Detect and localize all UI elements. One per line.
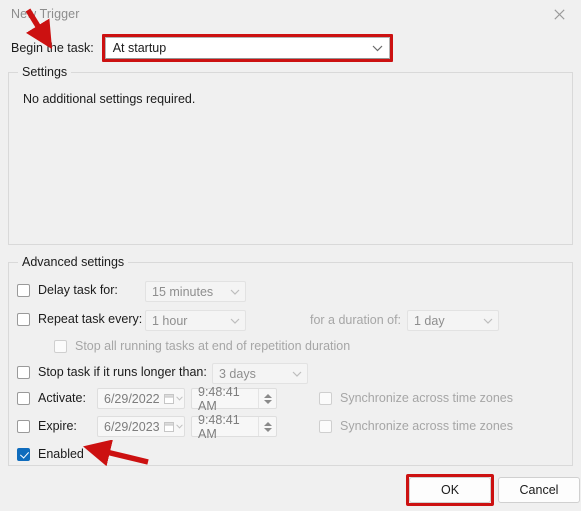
expire-row: Expire: — [17, 419, 77, 433]
repeat-task-dropdown[interactable]: 1 hour — [145, 310, 246, 331]
stop-all-running-row: Stop all running tasks at end of repetit… — [54, 339, 350, 353]
ok-button[interactable]: OK — [409, 477, 491, 503]
chevron-down-icon — [224, 318, 245, 324]
title-bar: New Trigger — [0, 0, 581, 28]
duration-dropdown[interactable]: 1 day — [407, 310, 499, 331]
advanced-settings-legend: Advanced settings — [18, 255, 129, 269]
duration-value: 1 day — [414, 313, 445, 328]
stop-longer-checkbox[interactable] — [17, 365, 30, 379]
delay-task-label: Delay task for: — [38, 283, 118, 297]
begin-task-value: At startup — [112, 41, 167, 55]
repeat-task-checkbox[interactable] — [17, 312, 30, 326]
expire-datetime: 6/29/2023 9:48:41 AM — [97, 413, 277, 441]
expire-checkbox[interactable] — [17, 419, 30, 433]
chevron-down-icon — [286, 371, 307, 377]
settings-legend: Settings — [18, 65, 72, 79]
repeat-task-label: Repeat task every: — [38, 312, 143, 326]
stop-longer-dropdown[interactable]: 3 days — [212, 363, 308, 384]
activate-sync-label: Synchronize across time zones — [340, 391, 513, 405]
ok-button-highlight: OK — [406, 474, 494, 506]
activate-date-field[interactable]: 6/29/2022 — [97, 388, 185, 409]
begin-task-row: Begin the task: At startup — [0, 33, 581, 63]
enabled-checkbox[interactable] — [17, 447, 30, 461]
advanced-settings-group: Advanced settings Delay task for: 15 min… — [8, 255, 573, 466]
activate-datetime: 6/29/2022 9:48:41 AM — [97, 385, 277, 413]
activate-time-field[interactable]: 9:48:41 AM — [191, 385, 277, 413]
settings-note: No additional settings required. — [23, 92, 196, 106]
expire-time-field[interactable]: 9:48:41 AM — [191, 413, 277, 441]
spinner-up-icon[interactable] — [263, 393, 272, 398]
activate-sync-row: Synchronize across time zones — [319, 391, 513, 405]
delay-task-row: Delay task for: — [17, 283, 118, 297]
expire-time-value: 9:48:41 AM — [198, 412, 240, 441]
begin-task-highlight: At startup — [101, 34, 393, 62]
enabled-label: Enabled — [38, 447, 84, 461]
button-bar: OK Cancel — [0, 470, 581, 511]
cancel-button-wrap: Cancel — [498, 477, 580, 503]
expire-sync-row: Synchronize across time zones — [319, 419, 513, 433]
chevron-down-icon — [477, 318, 498, 324]
spinner-down-icon[interactable] — [263, 399, 272, 404]
stop-longer-value: 3 days — [219, 366, 256, 381]
begin-task-dropdown[interactable]: At startup — [104, 37, 390, 59]
activate-time-spinner[interactable] — [258, 389, 276, 408]
expire-time-spinner[interactable] — [258, 417, 276, 436]
expire-date-value: 6/29/2023 — [104, 419, 160, 434]
delay-task-dropdown[interactable]: 15 minutes — [145, 281, 246, 302]
chevron-down-icon — [367, 45, 389, 52]
enabled-row: Enabled — [17, 447, 84, 461]
expire-sync-checkbox — [319, 419, 332, 433]
cancel-button[interactable]: Cancel — [498, 477, 580, 503]
stop-longer-row: Stop task if it runs longer than: — [17, 365, 207, 379]
close-icon — [553, 8, 565, 20]
delay-task-checkbox[interactable] — [17, 283, 30, 297]
delay-task-value: 15 minutes — [152, 284, 214, 299]
settings-group: Settings No additional settings required… — [8, 65, 573, 245]
activate-row: Activate: — [17, 391, 86, 405]
expire-date-field[interactable]: 6/29/2023 — [97, 416, 185, 437]
spinner-up-icon[interactable] — [263, 421, 272, 426]
spinner-down-icon[interactable] — [263, 427, 272, 432]
stop-longer-label: Stop task if it runs longer than: — [38, 365, 207, 379]
expire-sync-label: Synchronize across time zones — [340, 419, 513, 433]
expire-label: Expire: — [38, 419, 77, 433]
stop-all-running-checkbox — [54, 339, 67, 353]
close-button[interactable] — [537, 0, 581, 28]
window-title: New Trigger — [11, 7, 80, 21]
activate-sync-checkbox — [319, 391, 332, 405]
activate-date-value: 6/29/2022 — [104, 391, 160, 406]
activate-time-value: 9:48:41 AM — [198, 384, 240, 413]
duration-label: for a duration of: — [310, 313, 402, 327]
repeat-task-value: 1 hour — [152, 313, 188, 328]
calendar-icon — [162, 393, 184, 404]
begin-task-label: Begin the task: — [11, 41, 94, 55]
stop-all-running-label: Stop all running tasks at end of repetit… — [75, 339, 351, 353]
activate-checkbox[interactable] — [17, 391, 30, 405]
repeat-task-row: Repeat task every: — [17, 312, 142, 326]
activate-label: Activate: — [38, 391, 86, 405]
chevron-down-icon — [224, 289, 245, 295]
calendar-icon — [162, 421, 184, 432]
